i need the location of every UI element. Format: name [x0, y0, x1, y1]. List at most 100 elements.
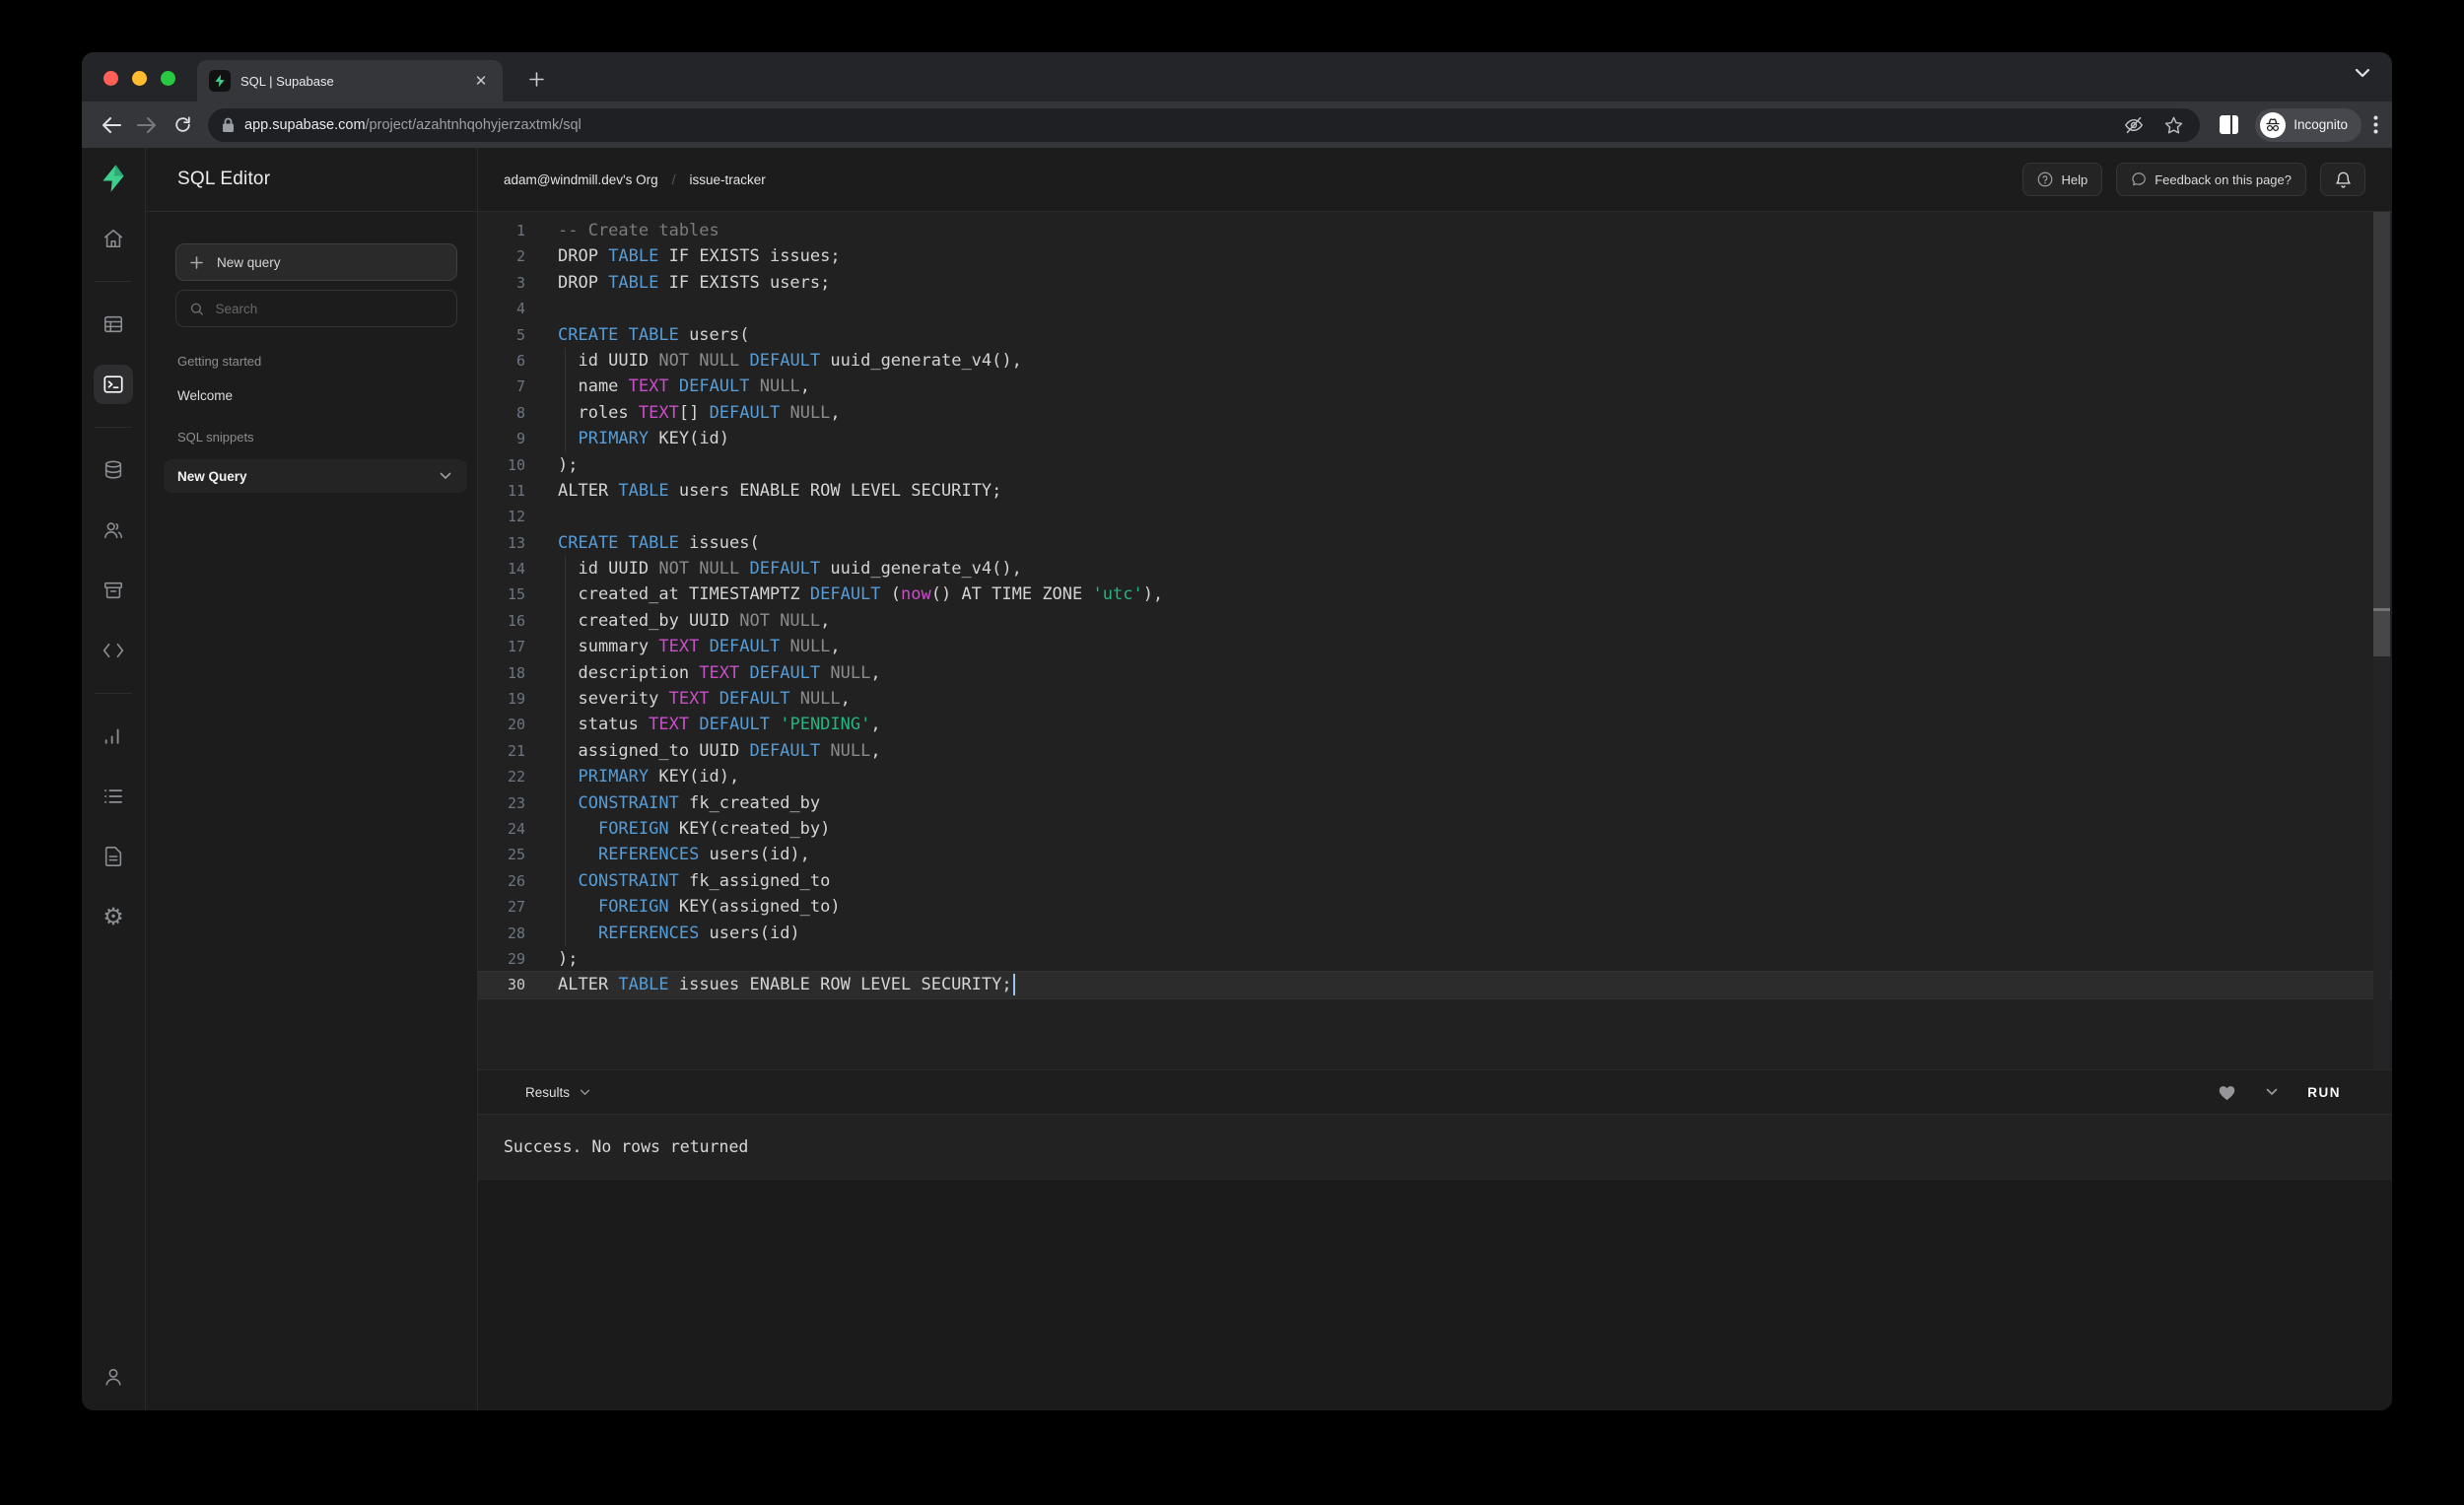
line-number: 8 [478, 400, 525, 426]
code-line-25[interactable]: 25 REFERENCES users(id), [478, 842, 2392, 867]
sidebar-item-reports[interactable] [94, 717, 133, 756]
code-line-22[interactable]: 22 PRIMARY KEY(id), [478, 764, 2392, 789]
feedback-button-label: Feedback on this page? [2155, 172, 2292, 187]
line-number: 20 [478, 712, 525, 737]
tab-search-chevron-icon[interactable] [2355, 68, 2370, 78]
chevron-down-icon[interactable] [440, 472, 451, 480]
line-number: 11 [478, 478, 525, 504]
run-options-chevron-icon[interactable] [2266, 1088, 2278, 1096]
sidebar-item-sql-editor[interactable] [94, 365, 133, 404]
breadcrumb-org[interactable]: adam@windmill.dev's Org [504, 172, 658, 187]
code-line-16[interactable]: 16 created_by UUID NOT NULL, [478, 608, 2392, 634]
snippet-item-new-query[interactable]: New Query [164, 459, 467, 493]
code-line-30[interactable]: 30ALTER TABLE issues ENABLE ROW LEVEL SE… [478, 972, 2392, 997]
sidebar-item-settings[interactable]: ⚙ [94, 897, 133, 936]
results-dropdown[interactable]: Results [525, 1085, 590, 1100]
code-line-1[interactable]: 1-- Create tables [478, 218, 2392, 243]
help-button[interactable]: Help [2022, 163, 2102, 196]
sidebar-item-storage[interactable] [94, 571, 133, 610]
close-window-button[interactable] [103, 71, 118, 86]
line-number: 10 [478, 452, 525, 478]
code-line-26[interactable]: 26 CONSTRAINT fk_assigned_to [478, 868, 2392, 894]
section-label-sql-snippets: SQL snippets [177, 430, 457, 445]
breadcrumb-separator: / [672, 171, 676, 187]
code-line-9[interactable]: 9 PRIMARY KEY(id) [478, 426, 2392, 451]
line-number: 1 [478, 218, 525, 243]
sql-editor[interactable]: 1-- Create tables2DROP TABLE IF EXISTS i… [478, 212, 2392, 1069]
rail-divider [95, 427, 132, 428]
url-host: app.supabase.com [244, 117, 366, 133]
code-line-19[interactable]: 19 severity TEXT DEFAULT NULL, [478, 686, 2392, 712]
bookmark-star-icon[interactable] [2158, 110, 2188, 140]
eye-off-icon[interactable] [2119, 110, 2149, 140]
line-number: 5 [478, 322, 525, 348]
minimize-window-button[interactable] [132, 71, 147, 86]
line-number: 7 [478, 374, 525, 399]
url-text: app.supabase.com/project/azahtnhqohyjerz… [244, 117, 2109, 133]
sidebar-item-welcome[interactable]: Welcome [177, 388, 457, 403]
code-line-24[interactable]: 24 FOREIGN KEY(created_by) [478, 816, 2392, 842]
code-line-14[interactable]: 14 id UUID NOT NULL DEFAULT uuid_generat… [478, 556, 2392, 581]
sidebar-item-table-editor[interactable] [94, 305, 133, 344]
editor-scrollbar[interactable] [2373, 212, 2390, 1069]
account-icon[interactable] [94, 1357, 133, 1397]
code-line-23[interactable]: 23 CONSTRAINT fk_created_by [478, 790, 2392, 816]
forward-icon[interactable] [131, 109, 163, 141]
query-result-message: Success. No rows returned [504, 1137, 748, 1156]
new-tab-button[interactable] [522, 65, 550, 93]
section-label-getting-started: Getting started [177, 354, 457, 369]
code-line-29[interactable]: 29); [478, 946, 2392, 972]
breadcrumb-project[interactable]: issue-tracker [689, 172, 765, 187]
sidebar-item-api-docs[interactable] [94, 837, 133, 876]
plus-icon [190, 256, 203, 269]
code-line-10[interactable]: 10); [478, 452, 2392, 478]
scrollbar-thumb[interactable] [2373, 212, 2390, 608]
reload-icon[interactable] [167, 109, 198, 141]
line-number: 27 [478, 894, 525, 920]
search-input[interactable] [216, 302, 444, 316]
tab-close-icon[interactable]: ✕ [471, 71, 491, 91]
sql-editor-panel: SQL Editor New query Getting started Wel… [146, 148, 478, 1410]
code-line-15[interactable]: 15 created_at TIMESTAMPTZ DEFAULT (now()… [478, 581, 2392, 607]
code-line-27[interactable]: 27 FOREIGN KEY(assigned_to) [478, 894, 2392, 920]
code-line-28[interactable]: 28 REFERENCES users(id) [478, 921, 2392, 946]
sidebar-item-logs[interactable] [94, 777, 133, 816]
url-bar[interactable]: app.supabase.com/project/azahtnhqohyjerz… [208, 108, 2200, 142]
code-line-20[interactable]: 20 status TEXT DEFAULT 'PENDING', [478, 712, 2392, 737]
supabase-logo[interactable] [99, 164, 128, 193]
notifications-button[interactable] [2320, 163, 2365, 196]
new-query-button[interactable]: New query [175, 243, 457, 281]
back-icon[interactable] [96, 109, 127, 141]
code-line-11[interactable]: 11ALTER TABLE users ENABLE ROW LEVEL SEC… [478, 478, 2392, 504]
line-number: 26 [478, 868, 525, 894]
code-line-8[interactable]: 8 roles TEXT[] DEFAULT NULL, [478, 400, 2392, 426]
fullscreen-window-button[interactable] [161, 71, 175, 86]
browser-tab[interactable]: SQL | Supabase ✕ [197, 60, 503, 102]
rail-divider [95, 281, 132, 282]
sidebar-item-auth[interactable] [94, 511, 133, 550]
code-line-5[interactable]: 5CREATE TABLE users( [478, 322, 2392, 348]
browser-menu-icon[interactable] [2373, 115, 2378, 134]
code-line-6[interactable]: 6 id UUID NOT NULL DEFAULT uuid_generate… [478, 348, 2392, 374]
results-empty-area [478, 1180, 2392, 1410]
panel-header: SQL Editor [146, 148, 477, 212]
run-button[interactable]: RUN [2307, 1085, 2341, 1100]
scrollbar-thumb-lower[interactable] [2373, 611, 2390, 656]
code-line-17[interactable]: 17 summary TEXT DEFAULT NULL, [478, 634, 2392, 659]
feedback-button[interactable]: Feedback on this page? [2116, 163, 2306, 196]
code-line-18[interactable]: 18 description TEXT DEFAULT NULL, [478, 660, 2392, 686]
code-line-4[interactable]: 4 [478, 296, 2392, 321]
sidebar-item-database[interactable] [94, 450, 133, 490]
code-line-13[interactable]: 13CREATE TABLE issues( [478, 530, 2392, 556]
favorite-heart-icon[interactable] [2218, 1084, 2236, 1101]
code-line-21[interactable]: 21 assigned_to UUID DEFAULT NULL, [478, 738, 2392, 764]
code-line-2[interactable]: 2DROP TABLE IF EXISTS issues; [478, 243, 2392, 269]
code-line-3[interactable]: 3DROP TABLE IF EXISTS users; [478, 270, 2392, 296]
sidebar-item-edge-functions[interactable] [94, 631, 133, 670]
side-panel-icon[interactable] [2212, 108, 2245, 142]
bell-icon [2335, 171, 2352, 189]
sidebar-item-home[interactable] [94, 219, 133, 258]
code-line-12[interactable]: 12 [478, 504, 2392, 529]
incognito-spy-icon [2260, 112, 2286, 138]
code-line-7[interactable]: 7 name TEXT DEFAULT NULL, [478, 374, 2392, 399]
